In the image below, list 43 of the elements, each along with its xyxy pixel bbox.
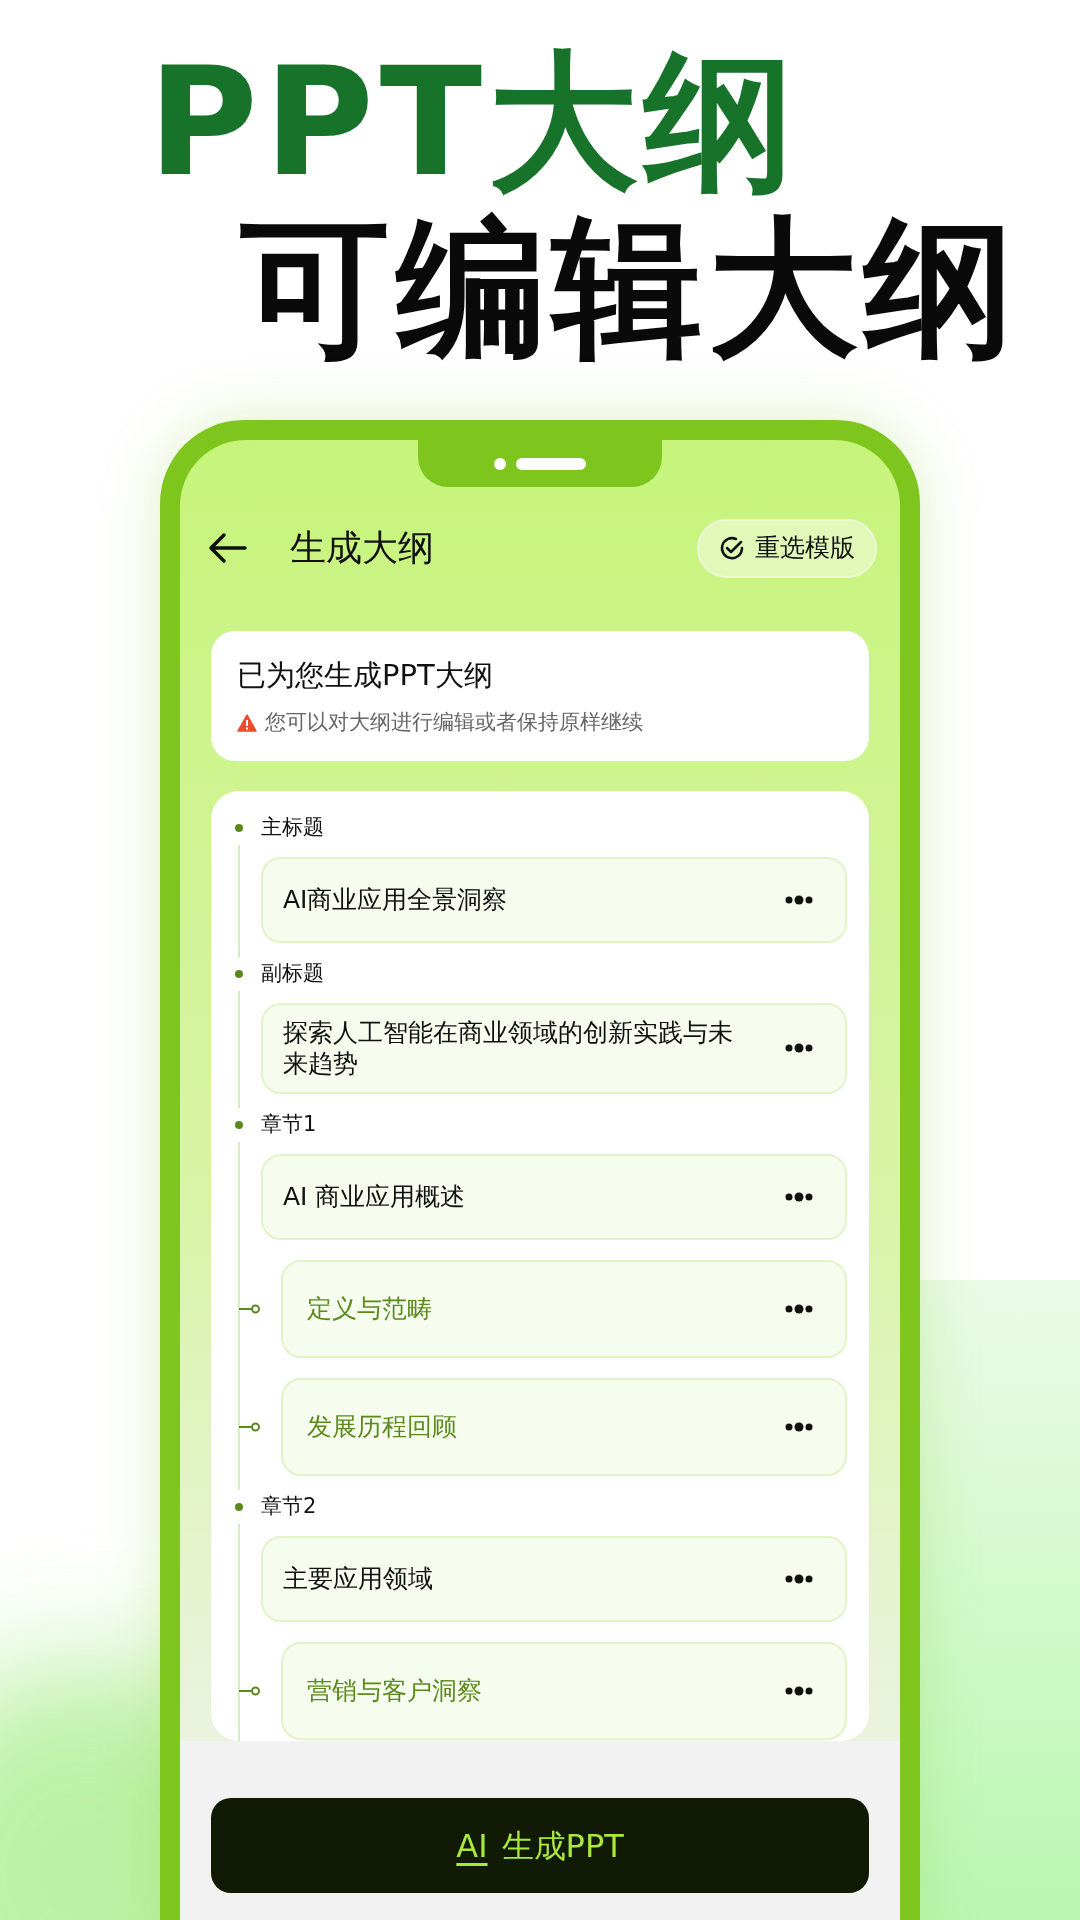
outline-item[interactable]: AI 商业应用概述 (261, 1153, 847, 1240)
warning-icon (237, 713, 257, 732)
check-icon (719, 535, 745, 561)
outline-item[interactable]: 定义与范畴 (281, 1259, 847, 1358)
more-icon[interactable] (785, 1303, 813, 1314)
ai-icon: AI (456, 1821, 488, 1870)
headline: 可编辑大纲 (240, 209, 1021, 367)
outline-item[interactable]: 主要应用领域 (261, 1535, 847, 1622)
outline-item-text: 定义与范畴 (307, 1292, 433, 1325)
more-icon[interactable] (785, 895, 813, 905)
bullet-icon (234, 824, 243, 832)
outline-item[interactable]: 发展历程回顾 (281, 1377, 847, 1476)
outline-item[interactable]: AI商业应用全景洞察 (261, 857, 847, 943)
branch-connector-icon (239, 1421, 261, 1432)
headline: PPT大纲 (148, 44, 802, 202)
more-icon[interactable] (785, 1573, 813, 1584)
outline-item[interactable]: 营销与客户洞察 (281, 1641, 847, 1740)
more-icon[interactable] (785, 1191, 813, 1202)
section-label: 章节2 (261, 1492, 318, 1520)
outline-item-text: 营销与客户洞察 (307, 1674, 483, 1707)
outline-item-text: AI 商业应用概述 (283, 1180, 467, 1213)
reselect-template-button[interactable]: 重选模版 (697, 518, 877, 578)
more-icon[interactable] (785, 1043, 813, 1054)
branch-connector-icon (239, 1303, 261, 1314)
bullet-icon (234, 1502, 243, 1511)
section-label: 章节1 (261, 1110, 318, 1138)
more-icon[interactable] (785, 1421, 813, 1432)
outline-item-text: 主要应用领域 (283, 1562, 434, 1595)
notice-hint: 您可以对大纲进行编辑或者保持原样继续 (265, 709, 643, 736)
back-arrow-icon[interactable] (208, 532, 248, 564)
bullet-icon (234, 970, 243, 978)
generate-ppt-button[interactable]: AI 生成PPT (211, 1798, 869, 1893)
branch-connector-icon (239, 1685, 261, 1696)
notice-title: 已为您生成PPT大纲 (237, 656, 494, 694)
outline-item-text: 探索人工智能在商业领域的创新实践与未来趋势 (283, 1017, 734, 1080)
more-icon[interactable] (785, 1685, 813, 1696)
outline-item-text: 发展历程回顾 (307, 1410, 458, 1443)
bullet-icon (234, 1120, 243, 1129)
section-label: 副标题 (261, 960, 325, 988)
page-title: 生成大纲 (290, 526, 435, 570)
section-label: 主标题 (261, 814, 325, 842)
outline-item-text: AI商业应用全景洞察 (283, 884, 509, 916)
outline-item[interactable]: 探索人工智能在商业领域的创新实践与未来趋势 (261, 1003, 847, 1094)
